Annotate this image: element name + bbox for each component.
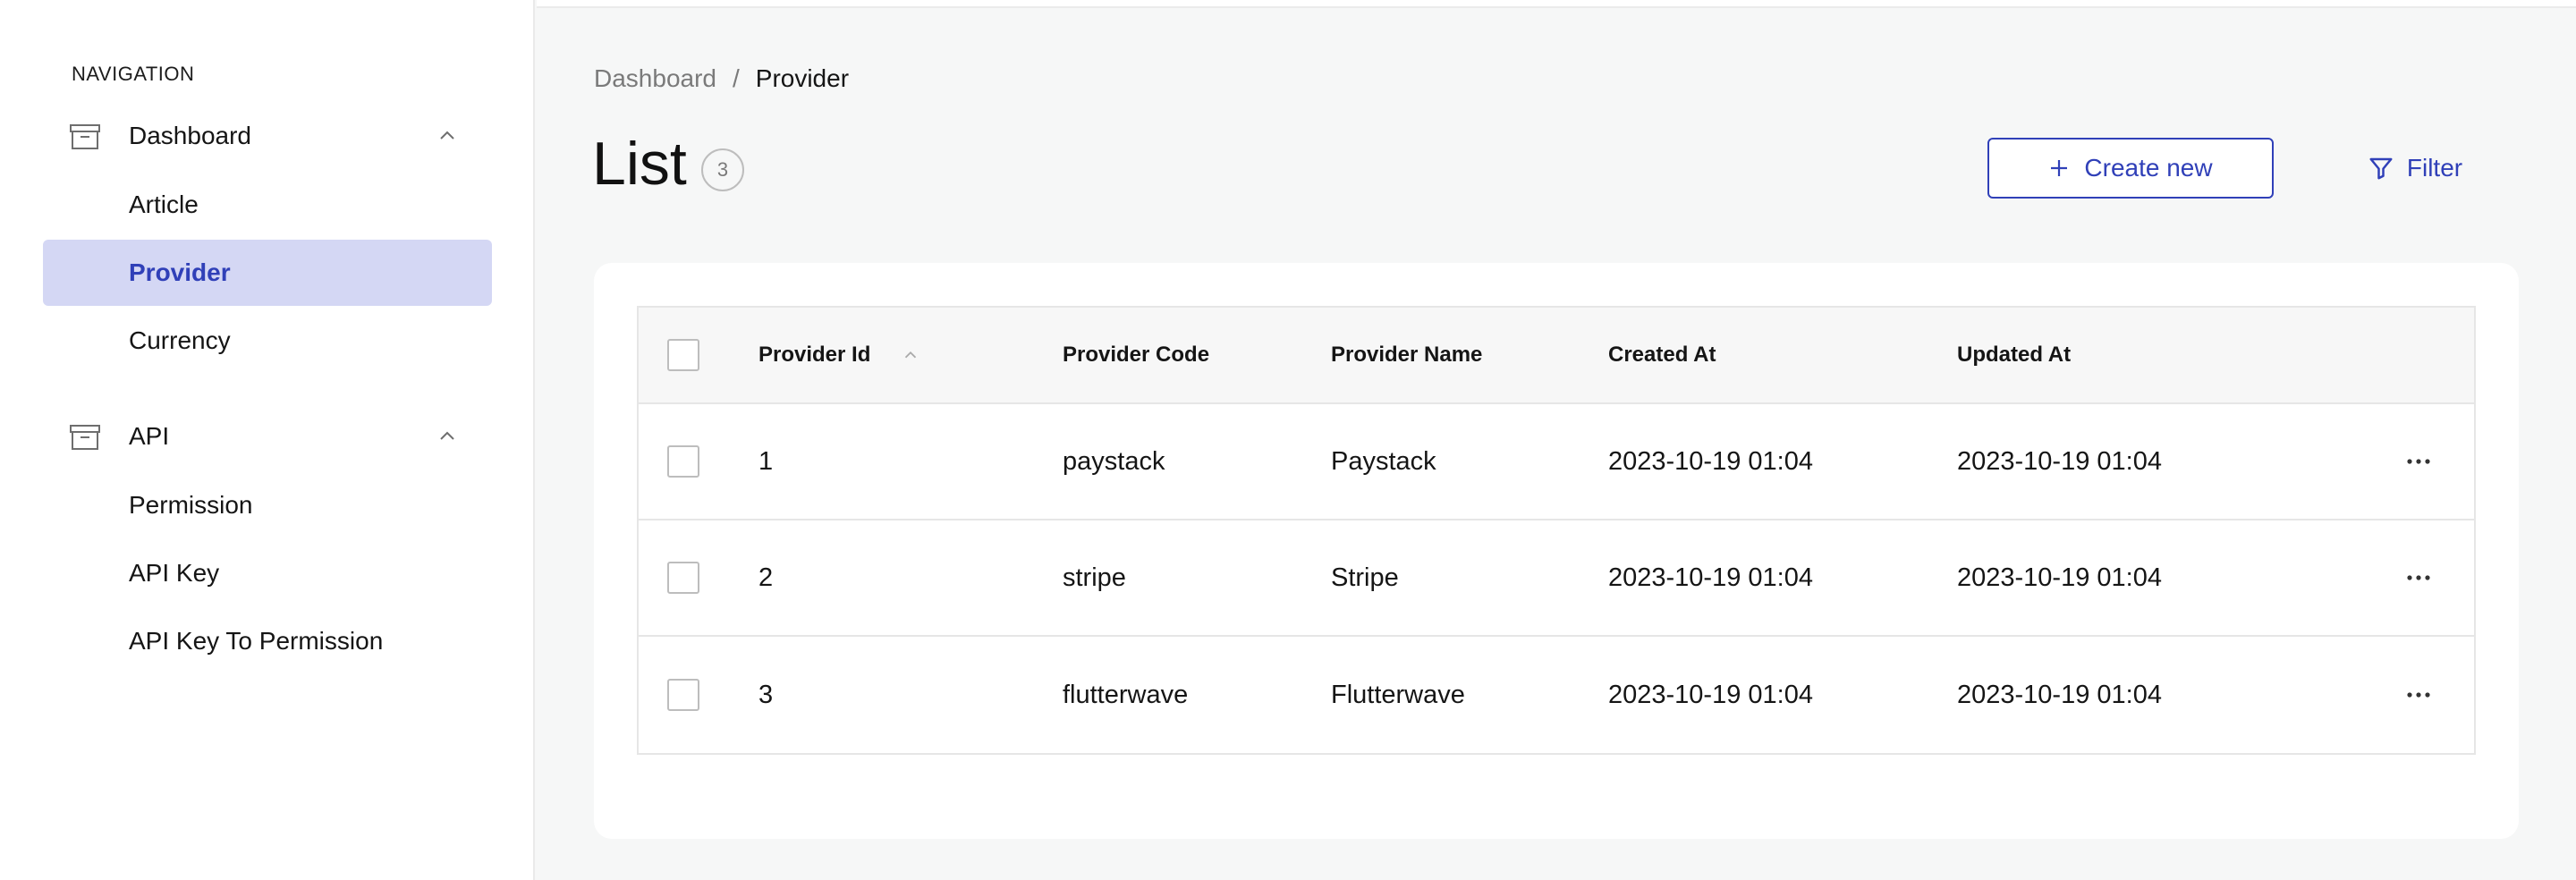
breadcrumb-separator: / — [732, 64, 740, 92]
row-checkbox[interactable] — [667, 562, 699, 594]
breadcrumb: Dashboard / Provider — [594, 64, 849, 93]
header-checkbox-cell — [667, 308, 699, 402]
column-header-provider-name[interactable]: Provider Name — [1331, 308, 1482, 402]
column-header-label: Provider Id — [758, 343, 871, 367]
page-title: List — [592, 130, 687, 198]
row-actions-cell — [2402, 637, 2435, 753]
sort-ascending-icon[interactable] — [901, 345, 920, 365]
table-card: Provider Id Provider Code Provider Name … — [594, 263, 2519, 839]
cell-provider-code: paystack — [1063, 446, 1165, 476]
column-header-provider-id[interactable]: Provider Id — [758, 308, 920, 402]
row-actions-cell — [2402, 404, 2435, 519]
cell-updated-at: 2023-10-19 01:04 — [1957, 563, 2162, 592]
row-actions-cell — [2402, 520, 2435, 635]
cell-created-at: 2023-10-19 01:04 — [1608, 446, 1813, 476]
cell-provider-name: Flutterwave — [1331, 680, 1465, 709]
filter-label: Filter — [2406, 154, 2463, 182]
row-checkbox-cell — [667, 637, 699, 753]
cell-updated-at: 2023-10-19 01:04 — [1957, 680, 2162, 709]
cell-provider-code: stripe — [1063, 563, 1126, 592]
table-row[interactable]: 2 stripe Stripe 2023-10-19 01:04 2023-10… — [639, 520, 2474, 637]
cell-provider-id: 3 — [758, 680, 774, 709]
cell-provider-name: Stripe — [1331, 563, 1399, 592]
sidebar-item-article[interactable]: Article — [43, 172, 492, 238]
table-row[interactable]: 3 flutterwave Flutterwave 2023-10-19 01:… — [639, 637, 2474, 753]
filter-icon — [2369, 157, 2393, 180]
more-options-icon[interactable] — [2402, 562, 2435, 594]
count-badge: 3 — [701, 148, 744, 191]
sidebar: NAVIGATION Dashboard Article Provider Cu… — [0, 0, 535, 880]
cell-created-at: 2023-10-19 01:04 — [1608, 563, 1813, 592]
top-bar — [537, 0, 2576, 8]
breadcrumb-dashboard-link[interactable]: Dashboard — [594, 64, 716, 93]
cell-provider-name: Paystack — [1331, 446, 1436, 476]
nav-group-label: API — [129, 422, 170, 450]
sidebar-item-permission[interactable]: Permission — [43, 472, 492, 538]
sidebar-item-api-key-to-permission[interactable]: API Key To Permission — [43, 608, 492, 674]
more-options-icon[interactable] — [2402, 679, 2435, 711]
select-all-checkbox[interactable] — [667, 339, 699, 371]
table-row[interactable]: 1 paystack Paystack 2023-10-19 01:04 202… — [639, 404, 2474, 520]
nav-group-dashboard[interactable]: Dashboard — [43, 107, 492, 165]
cell-provider-id: 1 — [758, 446, 774, 476]
breadcrumb-current: Provider — [755, 64, 850, 92]
cell-provider-code: flutterwave — [1063, 680, 1189, 709]
cell-provider-id: 2 — [758, 563, 774, 592]
column-header-updated-at[interactable]: Updated At — [1957, 308, 2071, 402]
filter-button[interactable]: Filter — [2343, 138, 2487, 199]
plus-icon — [2051, 160, 2068, 176]
row-checkbox[interactable] — [667, 445, 699, 478]
data-table: Provider Id Provider Code Provider Name … — [637, 306, 2476, 755]
archive-icon — [70, 425, 100, 450]
chevron-up-icon[interactable] — [436, 426, 458, 447]
nav-group-api[interactable]: API — [43, 408, 492, 465]
cell-updated-at: 2023-10-19 01:04 — [1957, 446, 2162, 476]
archive-icon — [70, 124, 100, 149]
create-new-button[interactable]: Create new — [1987, 138, 2274, 199]
table-header: Provider Id Provider Code Provider Name … — [639, 308, 2474, 404]
row-checkbox[interactable] — [667, 679, 699, 711]
row-checkbox-cell — [667, 404, 699, 519]
sidebar-item-currency[interactable]: Currency — [43, 308, 492, 374]
create-new-label: Create new — [2084, 154, 2213, 182]
column-header-created-at[interactable]: Created At — [1608, 308, 1716, 402]
more-options-icon[interactable] — [2402, 445, 2435, 478]
sidebar-item-api-key[interactable]: API Key — [43, 540, 492, 606]
row-checkbox-cell — [667, 520, 699, 635]
column-header-provider-code[interactable]: Provider Code — [1063, 308, 1209, 402]
nav-group-label: Dashboard — [129, 122, 251, 149]
cell-created-at: 2023-10-19 01:04 — [1608, 680, 1813, 709]
navigation-heading: NAVIGATION — [72, 63, 195, 85]
chevron-up-icon[interactable] — [436, 125, 458, 147]
sidebar-item-provider[interactable]: Provider — [43, 240, 492, 306]
